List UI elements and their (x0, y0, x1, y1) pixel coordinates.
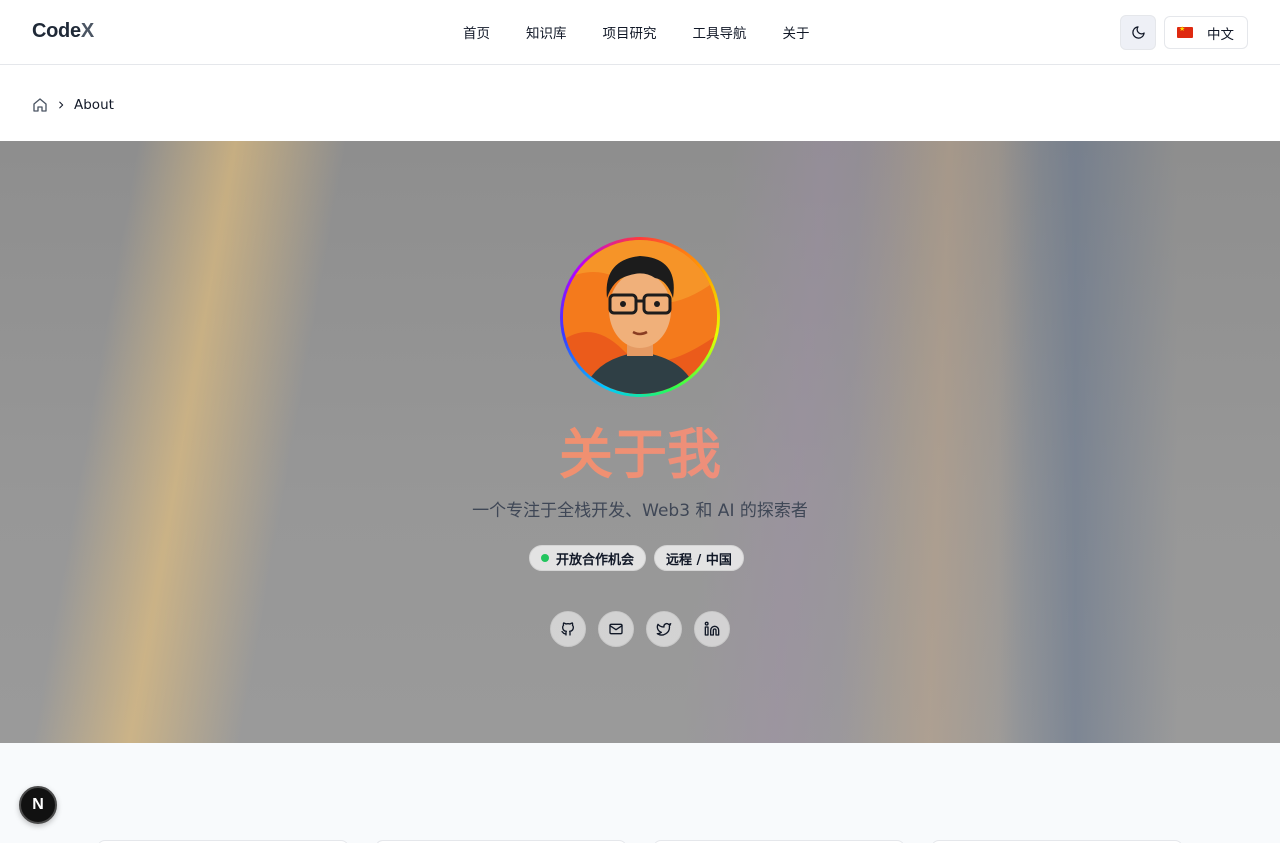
top-navbar: CodeX 首页 知识库 项目研究 工具导航 关于 中文 (0, 0, 1280, 65)
github-icon (561, 622, 574, 636)
breadcrumb-bar: About (0, 65, 1280, 141)
status-dot-icon (541, 554, 549, 562)
linkedin-link[interactable] (694, 611, 730, 647)
status-tags: 开放合作机会 远程 / 中国 (529, 545, 744, 571)
breadcrumb-current: About (74, 97, 114, 113)
avatar-illustration (563, 240, 717, 394)
linkedin-icon (704, 621, 720, 636)
nav-tools[interactable]: 工具导航 (693, 22, 747, 42)
social-links (550, 611, 730, 647)
about-hero: 关于我 一个专注于全栈开发、Web3 和 AI 的探索者 开放合作机会 远程 /… (0, 141, 1280, 743)
theme-toggle-button[interactable] (1120, 15, 1156, 50)
breadcrumb: About (32, 97, 114, 113)
nav-home[interactable]: 首页 (463, 22, 490, 42)
page-title: 关于我 (0, 423, 1280, 487)
dev-tools-badge[interactable]: N (19, 786, 57, 824)
language-label: 中文 (1207, 26, 1234, 43)
email-link[interactable] (598, 611, 634, 647)
twitter-icon (656, 623, 672, 636)
main-nav: 首页 知识库 项目研究 工具导航 关于 (463, 22, 810, 42)
nav-projects[interactable]: 项目研究 (603, 22, 657, 42)
page-subtitle: 一个专注于全栈开发、Web3 和 AI 的探索者 (472, 501, 808, 521)
mail-icon (609, 623, 623, 635)
location-label: 远程 / 中国 (666, 552, 732, 568)
nav-knowledge[interactable]: 知识库 (526, 22, 567, 42)
about-content (0, 743, 1280, 843)
availability-label: 开放合作机会 (556, 552, 635, 568)
github-link[interactable] (550, 611, 586, 647)
availability-badge: 开放合作机会 (529, 545, 647, 571)
site-logo[interactable]: CodeX (32, 20, 94, 43)
moon-icon (1131, 26, 1145, 39)
language-switcher[interactable]: 中文 (1164, 16, 1248, 49)
chevron-right-icon (59, 101, 64, 109)
location-badge: 远程 / 中国 (654, 545, 744, 571)
china-flag-icon (1177, 25, 1193, 38)
twitter-link[interactable] (646, 611, 682, 647)
avatar (560, 237, 720, 397)
home-icon[interactable] (32, 97, 48, 113)
nav-about[interactable]: 关于 (783, 22, 810, 42)
